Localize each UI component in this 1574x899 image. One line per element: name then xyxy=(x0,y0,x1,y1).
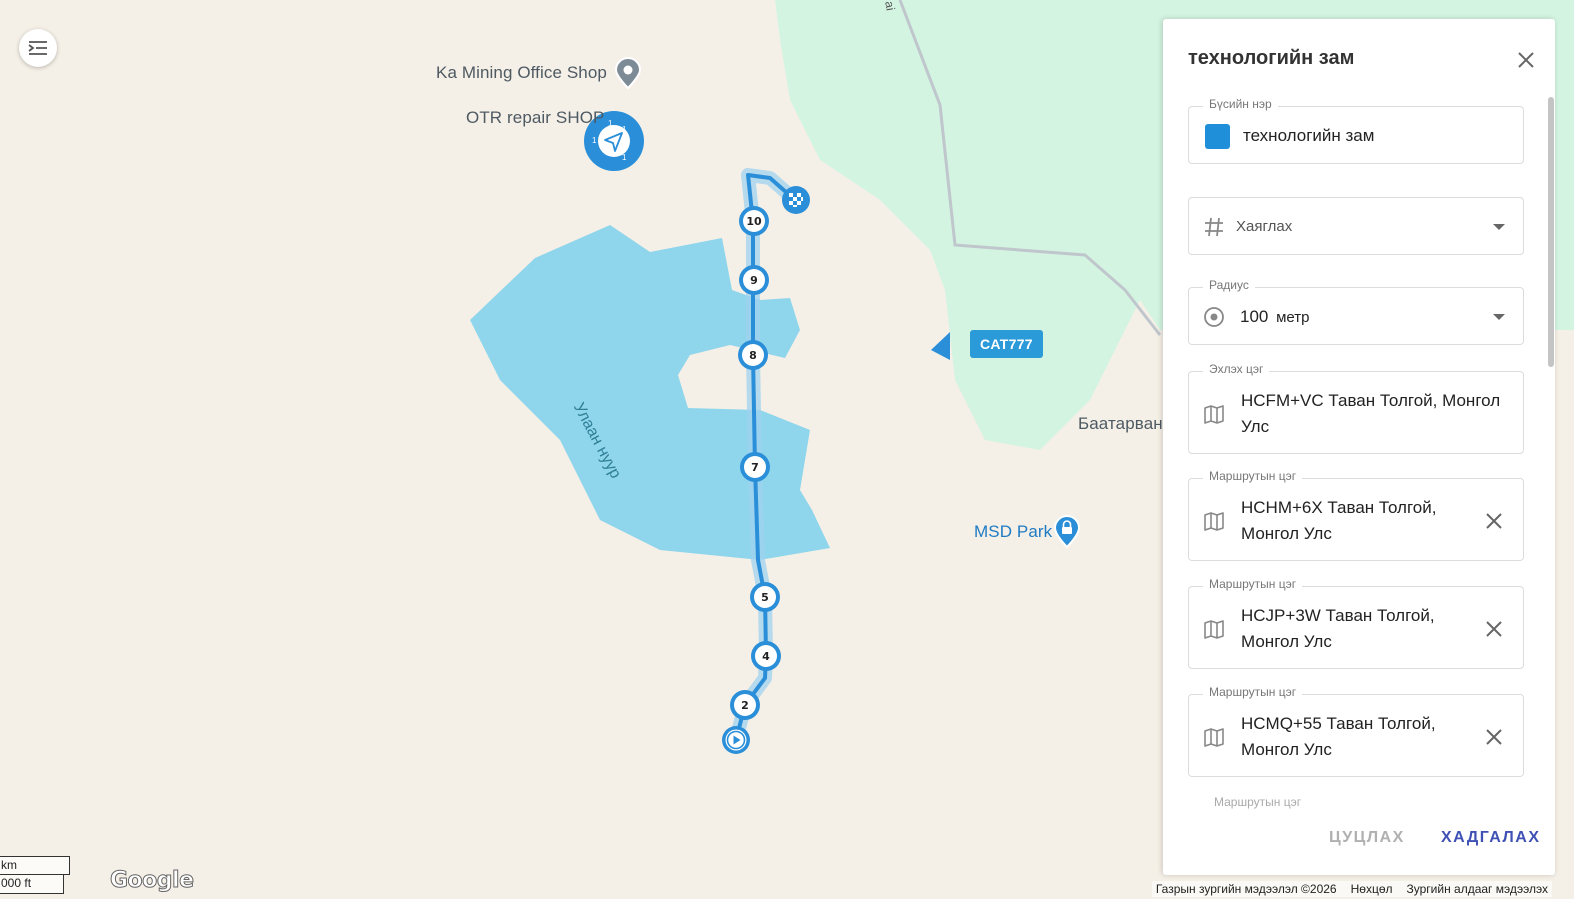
waypoint-label: Маршрутын цэг xyxy=(1203,577,1303,591)
route-start-icon[interactable] xyxy=(720,724,752,756)
poi-label-ka-mining[interactable]: Ka Mining Office Shop xyxy=(436,63,607,83)
route-marker-label: 5 xyxy=(754,586,776,608)
route-marker-label: 8 xyxy=(742,344,764,366)
route-marker[interactable]: 7 xyxy=(740,452,770,482)
google-logo: Google xyxy=(110,868,195,894)
cancel-button[interactable]: ЦУЦЛАХ xyxy=(1329,829,1405,847)
waypoint-label: Маршрутын цэг xyxy=(1203,685,1303,699)
route-marker[interactable]: 4 xyxy=(751,641,781,671)
remove-waypoint-icon[interactable] xyxy=(1485,728,1503,746)
route-marker-label: 4 xyxy=(755,645,777,667)
chevron-down-icon xyxy=(1493,224,1505,230)
waypoint-label: Маршрутын цэг xyxy=(1203,469,1303,483)
zone-name-field[interactable]: Бүсийн нэр технологийн зам xyxy=(1188,97,1524,164)
zone-color-swatch[interactable] xyxy=(1205,124,1230,149)
map-icon xyxy=(1204,405,1224,424)
radius-icon xyxy=(1204,307,1224,327)
remove-waypoint-icon[interactable] xyxy=(1485,620,1503,638)
waypoint-label: Маршрутын цэг xyxy=(1208,795,1308,809)
route-marker[interactable]: 10 xyxy=(739,206,769,236)
parking-pin-icon[interactable] xyxy=(1052,513,1082,549)
map-attribution: Газрын зургийн мэдээлэл ©2026 Нөхцөл Зур… xyxy=(1151,881,1552,897)
hash-icon xyxy=(1205,217,1223,237)
map-data-credit: Газрын зургийн мэдээлэл ©2026 xyxy=(1155,882,1337,896)
poi-label-otr-repair[interactable]: OTR repair SHOP xyxy=(466,108,604,128)
waypoint-field[interactable]: Маршрутын цэг HCJP+3W Таван Толгой, Монг… xyxy=(1188,577,1524,669)
menu-collapse-icon xyxy=(28,41,47,55)
close-icon[interactable] xyxy=(1515,49,1537,71)
cluster-digit: 1 xyxy=(592,136,597,145)
scale-metric: km xyxy=(0,856,70,875)
route-marker-label: 7 xyxy=(744,456,766,478)
cluster-digit: 1 xyxy=(622,153,627,162)
start-point-field[interactable]: Эхлэх цэг HCFM+VC Таван Толгой, Монгол У… xyxy=(1188,362,1524,454)
vehicle-arrow-icon xyxy=(931,332,950,360)
waypoint-field[interactable]: Маршрутын цэг HCMQ+55 Таван Толгой, Монг… xyxy=(1188,685,1524,777)
poi-label-baatarvan: Баатарван xyxy=(1078,414,1163,433)
radius-number: 100 xyxy=(1240,307,1269,326)
radius-unit: метр xyxy=(1276,309,1310,326)
report-error-link[interactable]: Зургийн алдааг мэдээлэх xyxy=(1407,882,1549,896)
start-point-value[interactable]: HCFM+VC Таван Толгой, Монгол Улс xyxy=(1241,388,1516,440)
radius-select[interactable]: Радиус 100 метр xyxy=(1188,278,1524,345)
place-pin-icon[interactable] xyxy=(613,56,643,90)
start-point-label: Эхлэх цэг xyxy=(1203,362,1270,376)
map-icon xyxy=(1204,728,1224,747)
waypoint-field[interactable]: Маршрутын цэг HCHM+6X Таван Толгой, Монг… xyxy=(1188,469,1524,561)
waypoint-value[interactable]: HCJP+3W Таван Толгой, Монгол Улс xyxy=(1241,603,1451,655)
poi-label-msd-park[interactable]: MSD Park xyxy=(974,522,1052,542)
radius-label: Радиус xyxy=(1203,278,1255,292)
waypoint-field-partial: Маршрутын цэг xyxy=(1188,795,1524,815)
route-marker-label: 10 xyxy=(743,210,765,232)
panel-title: технологийн зам xyxy=(1188,47,1355,69)
tag-select-placeholder: Хаяглах xyxy=(1236,218,1293,235)
radius-value: 100 метр xyxy=(1240,304,1309,331)
route-editor-panel: технологийн зам Бүсийн нэр технологийн з… xyxy=(1163,19,1555,875)
tag-select[interactable]: Хаяглах xyxy=(1188,197,1524,255)
route-marker-label: 2 xyxy=(734,694,756,716)
route-marker[interactable]: 8 xyxy=(738,340,768,370)
route-marker-label: 9 xyxy=(743,269,765,291)
waypoint-value[interactable]: HCHM+6X Таван Толгой, Монгол Улс xyxy=(1241,495,1451,547)
route-marker[interactable]: 2 xyxy=(730,690,760,720)
menu-toggle-button[interactable] xyxy=(19,29,57,67)
zone-name-label: Бүсийн нэр xyxy=(1203,97,1278,111)
remove-waypoint-icon[interactable] xyxy=(1485,512,1503,530)
waypoint-value[interactable]: HCMQ+55 Таван Толгой, Монгол Улс xyxy=(1241,711,1451,763)
cluster-digit: 1 xyxy=(608,119,613,128)
route-marker[interactable]: 5 xyxy=(750,582,780,612)
terms-link[interactable]: Нөхцөл xyxy=(1351,882,1393,896)
map-icon xyxy=(1204,620,1224,639)
cluster-digit: 1 xyxy=(622,125,627,134)
scale-imperial: 000 ft xyxy=(0,875,64,894)
chevron-down-icon xyxy=(1493,314,1505,320)
lake-shape xyxy=(470,225,830,560)
map-icon xyxy=(1204,512,1224,531)
scale-bar: km 000 ft xyxy=(0,856,70,894)
save-button[interactable]: ХАДГАЛАХ xyxy=(1441,829,1540,847)
route-marker[interactable]: 9 xyxy=(739,265,769,295)
panel-scrollbar[interactable] xyxy=(1548,97,1554,367)
zone-name-value[interactable]: технологийн зам xyxy=(1243,123,1374,149)
route-finish-icon[interactable] xyxy=(780,184,812,216)
vehicle-label[interactable]: CAT777 xyxy=(970,330,1043,358)
